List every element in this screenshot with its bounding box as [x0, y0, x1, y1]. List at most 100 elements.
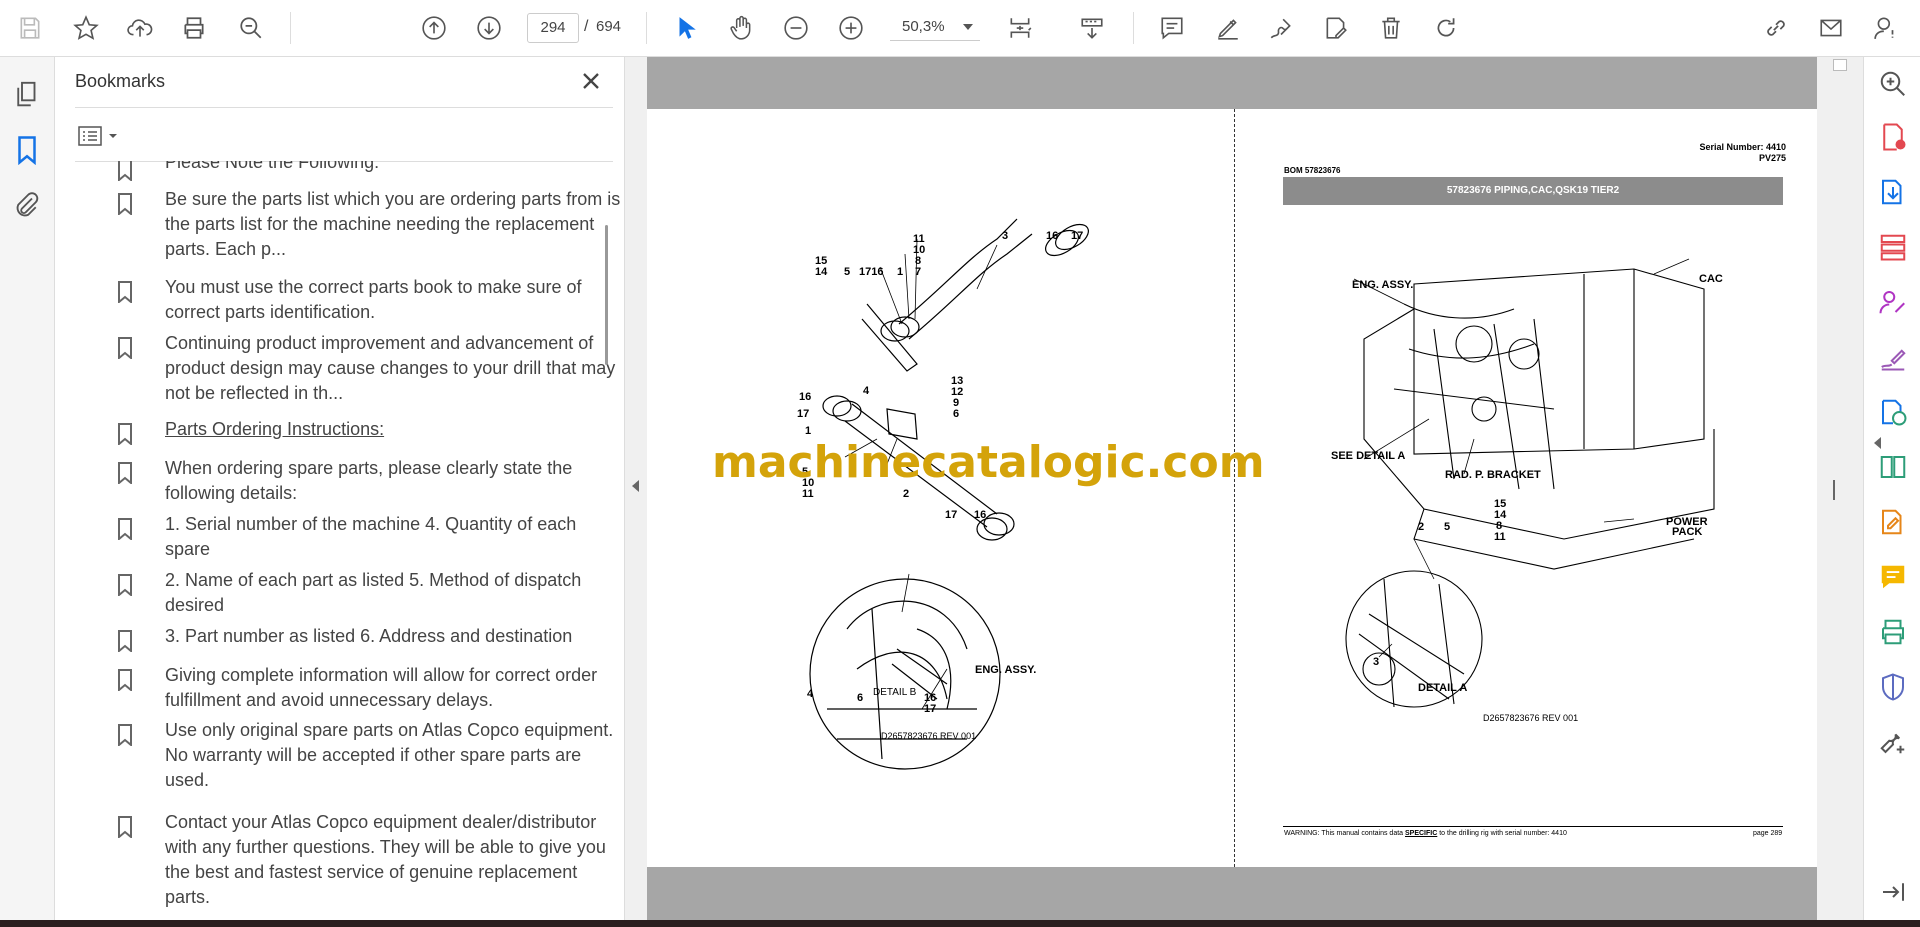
panel-scrollbar[interactable]: [605, 225, 608, 365]
print-icon[interactable]: [176, 10, 212, 46]
right-page-drawing: [1345, 258, 1715, 708]
fill-sign-icon[interactable]: [1878, 342, 1908, 372]
bookmark-label: You must use the correct parts book to m…: [165, 277, 582, 322]
document-scrollbar[interactable]: [1817, 57, 1863, 927]
attachment-icon[interactable]: [12, 191, 42, 221]
see-detail-a-label: SEE DETAIL A: [1331, 450, 1406, 462]
chevron-down-icon[interactable]: [963, 24, 973, 30]
printed-page-number: page 289: [1753, 830, 1783, 837]
bookmark-list: Please Note the Following: Be sure the p…: [75, 161, 651, 927]
organize-pages-icon[interactable]: [1878, 232, 1908, 262]
bookmark-icon: [117, 462, 133, 486]
expand-panel-icon[interactable]: [1878, 877, 1908, 907]
send-for-review-icon[interactable]: [1878, 397, 1908, 427]
page-total: 694: [596, 18, 622, 35]
search-icon[interactable]: [1878, 69, 1908, 99]
right-doc-id: D2657823676 REV 001: [1483, 713, 1579, 723]
bookmark-label: Continuing product improvement and advan…: [165, 333, 616, 403]
bookmark-icon: [117, 337, 133, 361]
scroll-mode-icon[interactable]: [1074, 10, 1110, 46]
right-tools-rail: [1863, 57, 1920, 927]
eng-assy-label: ENG. ASSY.: [1352, 279, 1414, 291]
bookmark-icon: [117, 630, 133, 654]
bookmark-icon: [117, 669, 133, 693]
zoom-in-icon[interactable]: [833, 10, 869, 46]
bookmark-icon[interactable]: [12, 135, 42, 166]
share-link-icon[interactable]: [1758, 10, 1794, 46]
taskbar-edge: [0, 920, 1920, 927]
redo-icon[interactable]: [1428, 10, 1464, 46]
detail-b-label: DETAIL B: [873, 687, 917, 698]
previous-page-icon[interactable]: [416, 10, 452, 46]
bookmark-icon: [117, 574, 133, 598]
more-tools-icon[interactable]: [1878, 727, 1908, 757]
request-signature-icon[interactable]: [1878, 287, 1908, 317]
bookmark-label: 2. Name of each part as listed 5. Method…: [165, 570, 582, 615]
page-number-input[interactable]: 294: [527, 13, 579, 43]
bookmarks-panel: Bookmarks Please Note the Following: Be …: [55, 57, 624, 927]
comment-icon[interactable]: [1154, 10, 1190, 46]
bookmark-options-button[interactable]: [77, 121, 121, 151]
zoom-out-icon[interactable]: [778, 10, 814, 46]
highlight-pen-icon[interactable]: [1210, 10, 1246, 46]
protect-shield-icon[interactable]: [1878, 672, 1908, 702]
collapse-arrow-icon[interactable]: [632, 480, 639, 492]
eng-assy-label: ENG. ASSY.: [975, 664, 1037, 676]
top-toolbar: 294 / 694 50,3%: [0, 0, 1920, 57]
detail-a-label: DETAIL A: [1418, 682, 1468, 694]
bookmark-icon: [117, 281, 133, 305]
page-separator: /: [584, 18, 589, 35]
zoom-search-icon[interactable]: [233, 10, 269, 46]
document-viewer[interactable]: 11 10 8 7 3 16 17 15 14 5 1716 1 13 12 9…: [647, 57, 1863, 927]
select-cursor-icon[interactable]: [668, 10, 704, 46]
panel-title: Bookmarks: [75, 71, 166, 91]
collapse-arrow-icon[interactable]: [1874, 437, 1881, 449]
left-navigation-rail: [0, 57, 55, 927]
rad-bracket-label: RAD. P. BRACKET: [1445, 469, 1541, 481]
star-icon[interactable]: [68, 10, 104, 46]
bookmark-icon: [117, 518, 133, 542]
pack-label: PACK: [1672, 526, 1703, 538]
save-icon[interactable]: [12, 10, 48, 46]
export-pdf-icon[interactable]: [1878, 177, 1908, 207]
bookmark-label: Please Note the Following:: [165, 161, 380, 172]
bookmark-label: Parts Ordering Instructions:: [165, 419, 385, 439]
divider: [75, 107, 613, 108]
pdf-page-spread: 11 10 8 7 3 16 17 15 14 5 1716 1 13 12 9…: [647, 109, 1817, 867]
close-icon[interactable]: [577, 67, 605, 95]
scrollbar-thumb[interactable]: [1833, 59, 1847, 71]
print-production-icon[interactable]: [1878, 617, 1908, 647]
page-fit-icon[interactable]: [1002, 10, 1038, 46]
cac-label: CAC: [1699, 273, 1723, 285]
left-doc-id: D2657823676 REV 001: [881, 731, 977, 741]
bookmark-label: Contact your Atlas Copco equipment deale…: [165, 812, 606, 907]
trash-icon[interactable]: [1373, 10, 1409, 46]
left-page-drawing: [809, 218, 1089, 770]
toolbar-divider: [290, 12, 291, 44]
comment-tool-icon[interactable]: [1878, 562, 1908, 592]
bookmark-label: 1. Serial number of the machine 4. Quant…: [165, 514, 577, 559]
bookmark-icon: [117, 724, 133, 748]
hand-tool-icon[interactable]: [723, 10, 759, 46]
edit-pdf-icon[interactable]: [1878, 507, 1908, 537]
bookmark-label: Use only original spare parts on Atlas C…: [165, 720, 614, 790]
page-thumbnails-icon[interactable]: [12, 79, 42, 109]
draw-pen-icon[interactable]: [1263, 10, 1299, 46]
upload-cloud-icon[interactable]: [122, 10, 158, 46]
bookmark-label: Be sure the parts list which you are ord…: [165, 189, 621, 259]
toolbar-divider: [646, 12, 647, 44]
warning-footer: WARNING: This manual contains data SPECI…: [1284, 830, 1567, 837]
bookmark-icon: [117, 423, 133, 447]
user-help-icon[interactable]: [1868, 10, 1904, 46]
email-icon[interactable]: [1813, 10, 1849, 46]
bookmark-label: Giving complete information will allow f…: [165, 665, 598, 710]
edit-document-icon[interactable]: [1318, 10, 1354, 46]
create-pdf-icon[interactable]: [1878, 122, 1908, 152]
next-page-icon[interactable]: [471, 10, 507, 46]
panel-splitter[interactable]: [624, 57, 649, 927]
resize-handle[interactable]: [1833, 480, 1835, 500]
bookmark-icon: [117, 161, 133, 183]
toolbar-divider: [1133, 12, 1134, 44]
compare-files-icon[interactable]: [1878, 452, 1908, 482]
bookmark-label: 3. Part number as listed 6. Address and …: [165, 626, 573, 646]
